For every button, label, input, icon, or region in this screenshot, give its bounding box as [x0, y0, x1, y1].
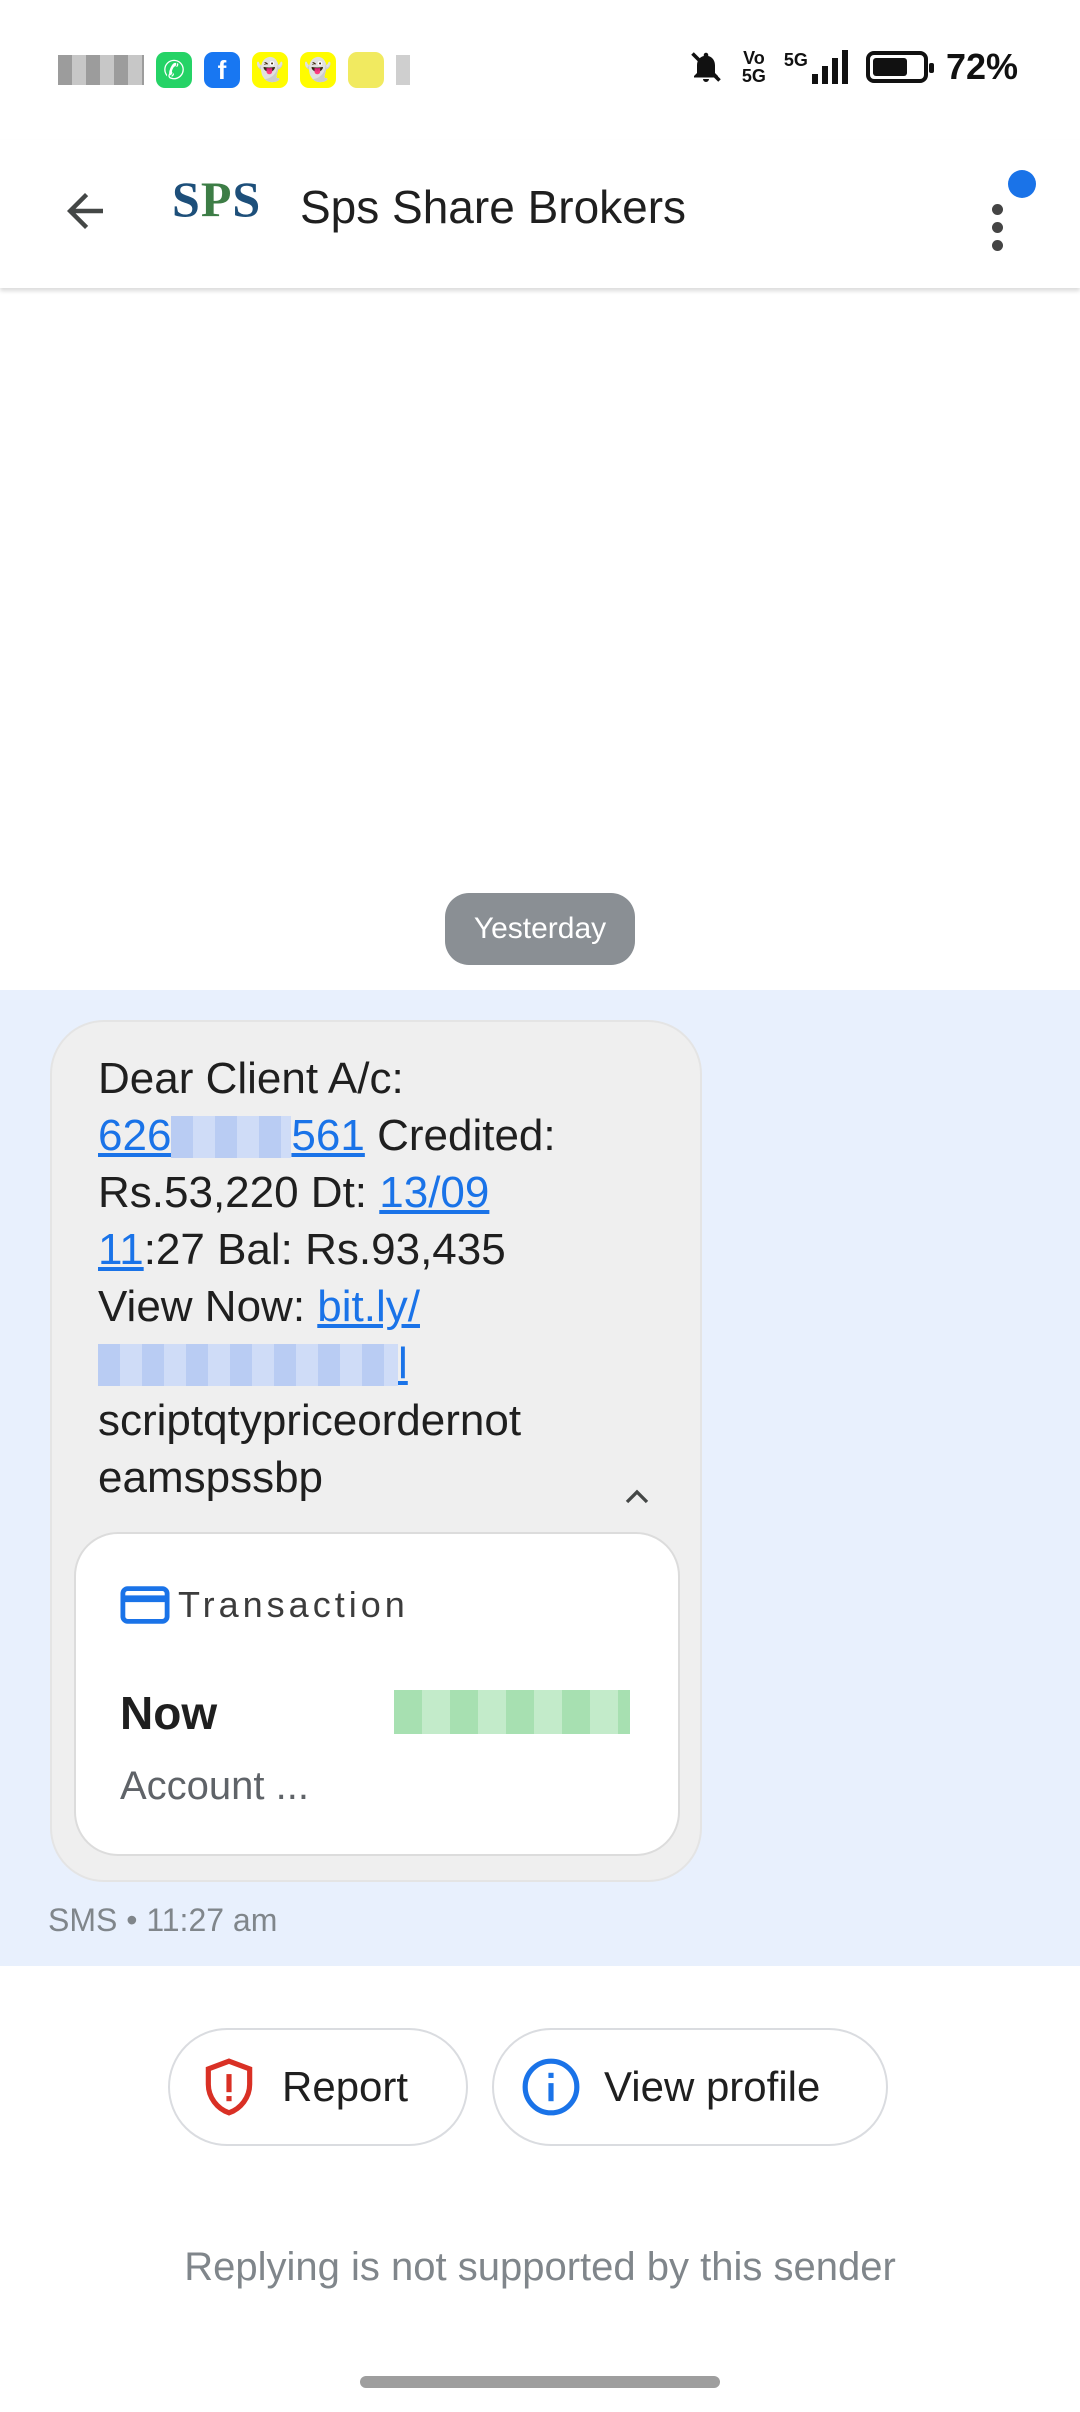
- back-button[interactable]: [50, 176, 120, 246]
- more-vert-icon-dot: [992, 240, 1003, 251]
- sender-logo[interactable]: SPS: [172, 170, 261, 228]
- message-text[interactable]: Dear Client A/c: 626 561 Credited: Rs.53,…: [98, 1050, 658, 1506]
- transaction-card-header: Transaction: [120, 1584, 409, 1626]
- redacted-transaction-amount: [394, 1690, 630, 1734]
- mute-bell-icon: [691, 52, 721, 82]
- more-options-button[interactable]: [970, 170, 1040, 260]
- snapchat-icon-2: 👻: [300, 52, 336, 88]
- conversation-app-bar: SPS Sps Share Brokers: [0, 140, 1080, 288]
- transaction-label: Transaction: [178, 1584, 409, 1625]
- contact-name[interactable]: Sps Share Brokers: [300, 180, 686, 234]
- short-url-link[interactable]: bit.ly/: [317, 1282, 420, 1331]
- whatsapp-icon: ✆: [156, 52, 192, 88]
- redacted-notification-icon: [58, 55, 144, 85]
- short-url-link-continued[interactable]: l: [98, 1339, 408, 1388]
- report-label: Report: [282, 2063, 409, 2110]
- date-link[interactable]: 13/09: [379, 1168, 489, 1217]
- cell-signal: 5G: [784, 50, 848, 84]
- redacted-app-icon: [348, 52, 384, 88]
- transaction-card[interactable]: Transaction Now Account ...: [74, 1532, 680, 1856]
- signal-bars-icon: [811, 50, 848, 84]
- battery-icon: [865, 51, 934, 83]
- view-profile-button[interactable]: View profile: [492, 2028, 888, 2146]
- transaction-subtitle: Account ...: [120, 1764, 309, 1808]
- account-number-link[interactable]: 626 561: [98, 1111, 365, 1160]
- chevron-up-icon: [625, 1489, 649, 1504]
- report-button[interactable]: Report: [168, 2028, 468, 2146]
- volte-indicator: Vo 5G: [741, 48, 766, 86]
- arrow-back-icon: [67, 193, 103, 229]
- more-vert-icon: [992, 204, 1003, 215]
- collapse-button[interactable]: [612, 1472, 662, 1522]
- snapchat-icon: 👻: [252, 52, 288, 88]
- battery-level-fill: [872, 58, 908, 76]
- facebook-icon: f: [204, 52, 240, 88]
- reply-not-supported-notice: Replying is not supported by this sender: [184, 2245, 896, 2289]
- more-vert-icon-dot: [992, 222, 1003, 233]
- date-link-continued[interactable]: 11: [98, 1225, 144, 1274]
- message-metadata: SMS • 11:27 am: [48, 1902, 278, 1938]
- view-profile-label: View profile: [604, 2063, 821, 2110]
- redacted-url-path: [98, 1344, 398, 1386]
- date-divider-chip: Yesterday: [445, 893, 635, 965]
- status-bar: ✆ f 👻 👻 Vo 5G 5G 72%: [0, 0, 1080, 140]
- status-bar-notifications: ✆ f 👻 👻: [58, 52, 410, 88]
- notification-badge: [1008, 170, 1036, 198]
- shield-alert-icon: [198, 2056, 260, 2118]
- network-type: 5G: [783, 50, 808, 70]
- battery-percent: 72%: [945, 46, 1018, 87]
- status-bar-system: Vo 5G 5G 72%: [688, 46, 1018, 88]
- message-bubble[interactable]: Dear Client A/c: 626 561 Credited: Rs.53,…: [50, 1020, 702, 1882]
- home-gesture-bar[interactable]: [360, 2376, 720, 2388]
- credit-card-icon: [120, 1586, 170, 1624]
- more-notifications-icon: [396, 55, 410, 85]
- info-icon: [520, 2056, 582, 2118]
- transaction-time: Now: [120, 1687, 218, 1739]
- redacted-account-digits: [171, 1116, 292, 1158]
